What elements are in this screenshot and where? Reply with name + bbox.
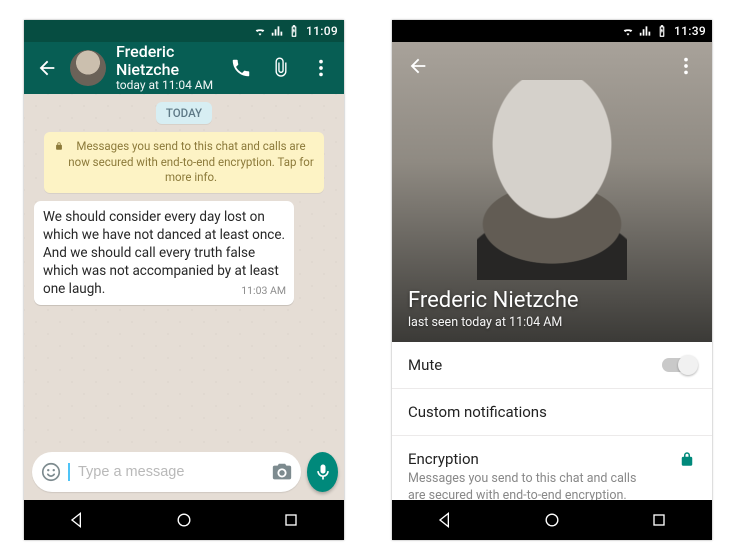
menu-button[interactable] bbox=[304, 42, 338, 94]
wifi-icon bbox=[253, 24, 267, 38]
composer-row bbox=[24, 446, 344, 500]
nav-back-icon[interactable] bbox=[67, 510, 87, 530]
contact-name: Frederic Nietzche bbox=[116, 43, 218, 80]
nav-home-icon[interactable] bbox=[174, 510, 194, 530]
text-caret bbox=[68, 463, 70, 481]
android-navbar bbox=[24, 500, 344, 540]
row-mute[interactable]: Mute bbox=[392, 342, 712, 389]
encryption-notice-text: Messages you send to this chat and calls… bbox=[68, 139, 314, 186]
encryption-notice[interactable]: Messages you send to this chat and calls… bbox=[44, 132, 324, 193]
profile-name: Frederic Nietzche bbox=[408, 288, 579, 313]
phone-profile: 11:39 Frederic Nietzche last seen today … bbox=[392, 20, 712, 540]
date-chip: TODAY bbox=[156, 102, 212, 124]
profile-hero[interactable]: Frederic Nietzche last seen today at 11:… bbox=[392, 42, 712, 342]
lock-icon bbox=[54, 141, 64, 151]
row-encryption-sub: Messages you send to this chat and calls… bbox=[408, 471, 638, 500]
mic-button[interactable] bbox=[307, 452, 338, 492]
status-time: 11:09 bbox=[306, 24, 338, 38]
battery-icon bbox=[655, 24, 669, 38]
status-bar: 11:39 bbox=[392, 20, 712, 42]
battery-icon bbox=[287, 24, 301, 38]
emoji-icon[interactable] bbox=[40, 461, 62, 483]
android-navbar bbox=[392, 500, 712, 540]
chat-title-block[interactable]: Frederic Nietzche today at 11:04 AM bbox=[112, 43, 218, 94]
nav-recent-icon[interactable] bbox=[649, 510, 669, 530]
back-button[interactable] bbox=[400, 42, 436, 90]
contact-subtitle: today at 11:04 AM bbox=[116, 79, 218, 93]
back-arrow-icon bbox=[407, 55, 429, 77]
message-input[interactable] bbox=[78, 464, 265, 480]
phone-chat: 11:09 Frederic Nietzche today at 11:04 A… bbox=[24, 20, 344, 540]
message-bubble[interactable]: We should consider every day lost on whi… bbox=[34, 201, 294, 305]
camera-icon[interactable] bbox=[271, 461, 293, 483]
mic-icon bbox=[313, 462, 333, 482]
row-mute-label: Mute bbox=[408, 356, 442, 374]
lock-icon bbox=[678, 450, 696, 468]
nav-recent-icon[interactable] bbox=[281, 510, 301, 530]
signal-icon bbox=[270, 24, 284, 38]
attach-button[interactable] bbox=[264, 42, 298, 94]
avatar[interactable] bbox=[70, 50, 106, 86]
status-bar: 11:09 bbox=[24, 20, 344, 42]
row-encryption-label: Encryption bbox=[408, 450, 638, 468]
back-button[interactable] bbox=[30, 42, 64, 94]
back-arrow-icon bbox=[36, 57, 58, 79]
composer-pill bbox=[32, 452, 301, 492]
nav-back-icon[interactable] bbox=[435, 510, 455, 530]
row-custom-label: Custom notifications bbox=[408, 403, 547, 421]
phone-icon bbox=[230, 57, 252, 79]
profile-subtitle: last seen today at 11:04 AM bbox=[408, 315, 579, 330]
menu-button[interactable] bbox=[668, 42, 704, 90]
mute-switch[interactable] bbox=[662, 358, 696, 372]
chat-body[interactable]: TODAY Messages you send to this chat and… bbox=[24, 94, 344, 446]
message-time: 11:03 AM bbox=[241, 284, 286, 298]
profile-settings: Mute Custom notifications Encryption Mes… bbox=[392, 342, 712, 500]
chat-app-bar: Frederic Nietzche today at 11:04 AM bbox=[24, 42, 344, 94]
call-button[interactable] bbox=[224, 42, 258, 94]
signal-icon bbox=[638, 24, 652, 38]
paperclip-icon bbox=[270, 57, 292, 79]
row-custom-notifications[interactable]: Custom notifications bbox=[392, 389, 712, 436]
more-vert-icon bbox=[675, 55, 697, 77]
wifi-icon bbox=[621, 24, 635, 38]
more-vert-icon bbox=[310, 57, 332, 79]
row-encryption[interactable]: Encryption Messages you send to this cha… bbox=[392, 436, 712, 500]
status-time: 11:39 bbox=[674, 24, 706, 38]
nav-home-icon[interactable] bbox=[542, 510, 562, 530]
